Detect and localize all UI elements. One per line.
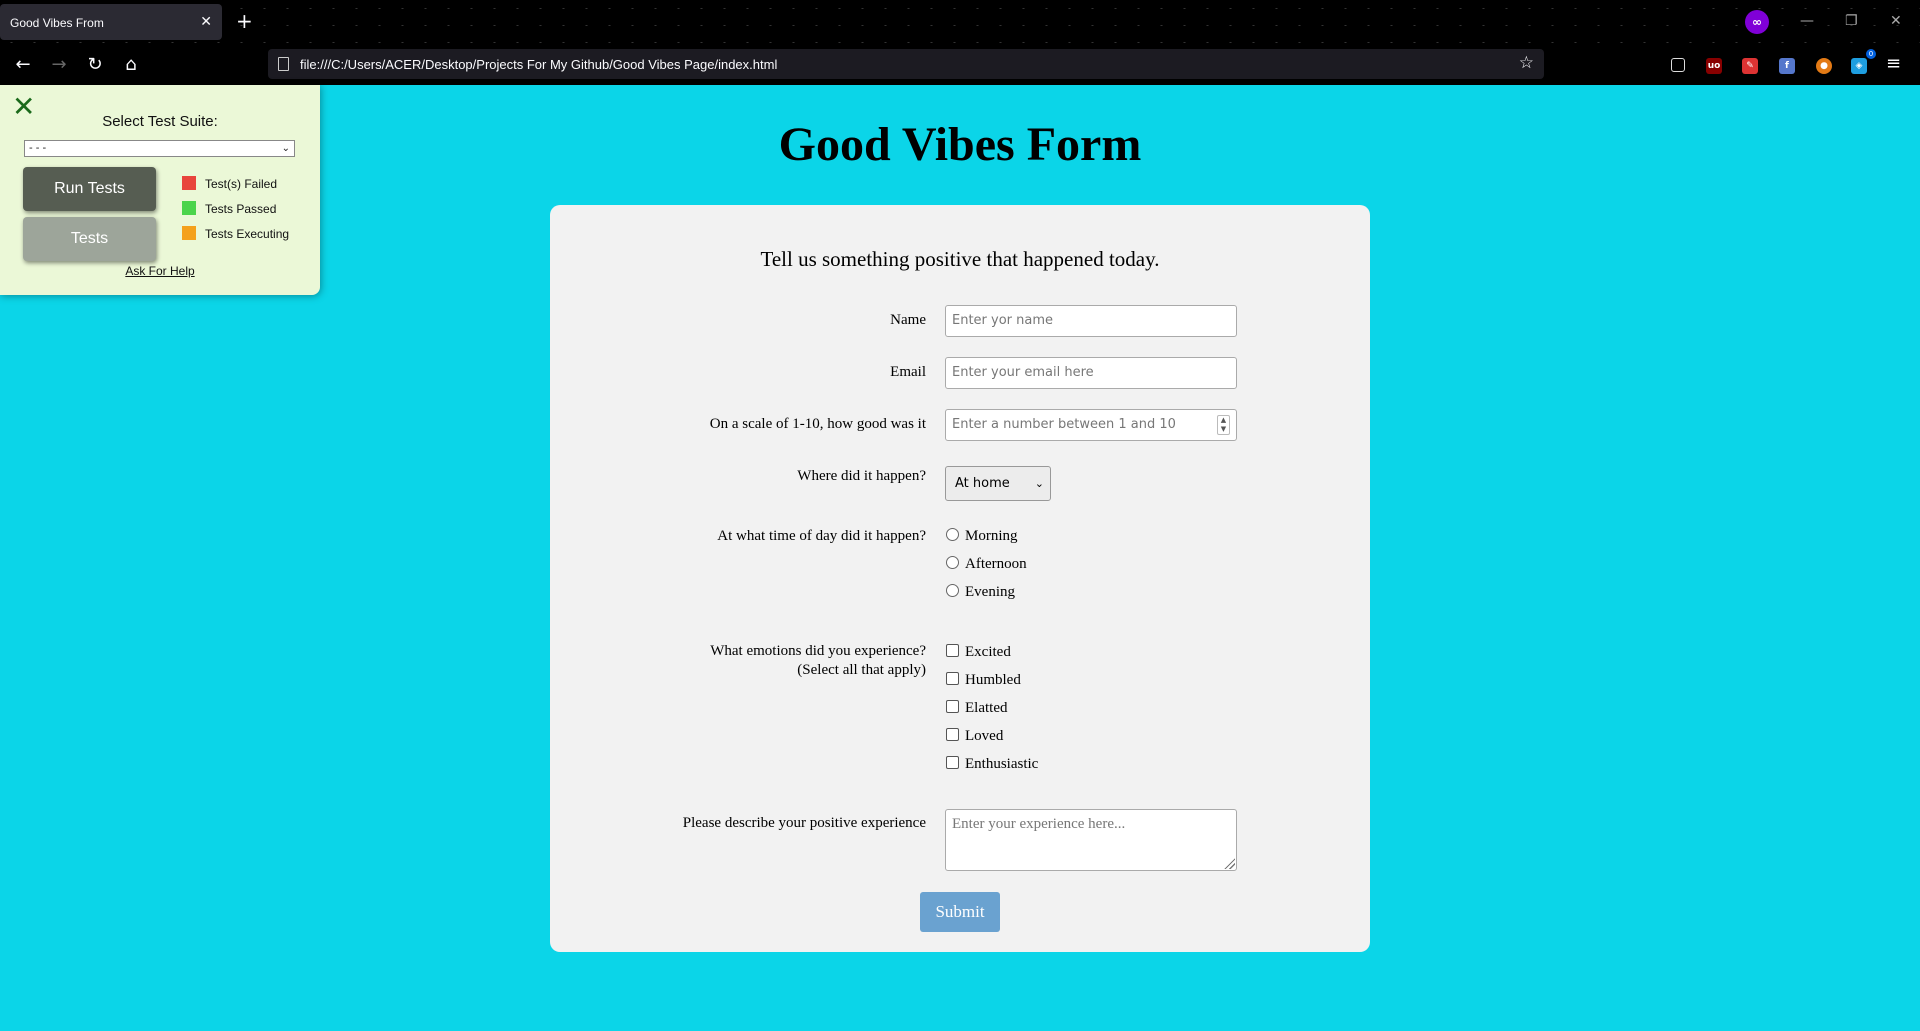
legend-executing: Tests Executing <box>182 226 289 241</box>
failed-swatch <box>182 176 196 190</box>
number-input[interactable]: Enter a number between 1 and 10 ▲ ▼ <box>945 409 1237 441</box>
radio-label: Evening <box>965 584 1015 600</box>
time-label: At what time of day did it happen? <box>717 528 926 544</box>
forward-icon[interactable]: → <box>45 51 73 79</box>
run-tests-button[interactable]: Run Tests <box>23 167 156 211</box>
emotions-label-line2: (Select all that apply) <box>797 662 926 678</box>
browser-tab[interactable]: Good Vibes From ✕ <box>0 4 222 40</box>
legend-executing-label: Tests Executing <box>205 227 290 241</box>
tab-title: Good Vibes From <box>10 16 104 30</box>
checkbox-label: Excited <box>965 644 1011 660</box>
passed-swatch <box>182 201 196 215</box>
emotions-label-line1: What emotions did you experience? <box>710 643 926 659</box>
browser-chrome: Good Vibes From ✕ + ∞ — ❐ ✕ ← → ↻ ⌂ file… <box>0 0 1920 85</box>
checkbox[interactable] <box>946 756 959 769</box>
private-browsing-icon: ∞ <box>1745 10 1769 34</box>
back-icon[interactable]: ← <box>9 51 37 79</box>
name-label: Name <box>890 312 926 328</box>
pocket-icon[interactable] <box>1671 58 1685 72</box>
resize-grip-icon[interactable] <box>1223 857 1235 869</box>
emotions-label: What emotions did you experience? (Selec… <box>710 642 926 680</box>
ask-for-help-link[interactable]: Ask For Help <box>0 264 320 278</box>
scale-label: On a scale of 1-10, how good was it <box>709 416 926 432</box>
tab-close-icon[interactable]: ✕ <box>200 13 212 30</box>
survey-form: Tell us something positive that happened… <box>550 205 1370 952</box>
checkbox[interactable] <box>946 700 959 713</box>
checkbox-loved[interactable]: Loved <box>946 727 1003 745</box>
extension-icon[interactable]: f <box>1779 58 1795 74</box>
email-label: Email <box>890 364 926 380</box>
checkbox-label: Elatted <box>965 700 1008 716</box>
radio-label: Morning <box>965 528 1018 544</box>
checkbox[interactable] <box>946 644 959 657</box>
checkbox[interactable] <box>946 672 959 685</box>
checkbox[interactable] <box>946 728 959 741</box>
page-title: Good Vibes Form <box>778 118 1142 171</box>
reload-icon[interactable]: ↻ <box>81 51 109 79</box>
number-spinner-icon[interactable]: ▲ ▼ <box>1217 415 1230 435</box>
radio-button[interactable] <box>946 528 959 541</box>
tab-bar: Good Vibes From ✕ + ∞ — ❐ ✕ <box>0 0 1920 44</box>
tests-button[interactable]: Tests <box>23 217 156 261</box>
navigation-bar: ← → ↻ ⌂ file:///C:/Users/ACER/Desktop/Pr… <box>0 44 1920 85</box>
bookmark-star-icon[interactable]: ☆ <box>1519 53 1534 73</box>
checkbox-excited[interactable]: Excited <box>946 643 1011 661</box>
home-icon[interactable]: ⌂ <box>117 51 145 79</box>
extension-badge-icon[interactable]: ◈ <box>1851 58 1867 74</box>
checkbox-label: Loved <box>965 728 1004 744</box>
legend-failed-label: Test(s) Failed <box>205 177 278 191</box>
checkbox-elatted[interactable]: Elatted <box>946 699 1007 717</box>
where-label: Where did it happen? <box>797 468 926 484</box>
address-bar[interactable]: file:///C:/Users/ACER/Desktop/Projects F… <box>268 49 1544 79</box>
form-description: Tell us something positive that happened… <box>760 247 1160 271</box>
legend-failed: Test(s) Failed <box>182 176 277 191</box>
duckduckgo-icon[interactable]: ● <box>1816 58 1832 74</box>
where-dropdown[interactable]: At home ⌄ <box>945 466 1051 501</box>
new-tab-icon[interactable]: + <box>236 11 253 31</box>
extension-badge: 0 <box>1866 49 1876 59</box>
radio-button[interactable] <box>946 556 959 569</box>
checkbox-humbled[interactable]: Humbled <box>946 671 1021 689</box>
ublock-icon[interactable]: uo <box>1706 58 1722 74</box>
radio-morning[interactable]: Morning <box>946 527 1018 545</box>
legend-passed: Tests Passed <box>182 201 276 216</box>
checkbox-label: Enthusiastic <box>965 756 1039 772</box>
email-input[interactable]: Enter your email here <box>945 357 1237 389</box>
name-input[interactable]: Enter yor name <box>945 305 1237 337</box>
chevron-down-icon: ⌄ <box>1034 477 1044 490</box>
page-icon <box>278 57 289 71</box>
textarea-placeholder: Enter your experience here... <box>952 816 1126 832</box>
radio-button[interactable] <box>946 584 959 597</box>
window-close-icon[interactable]: ✕ <box>1890 13 1902 29</box>
submit-button[interactable]: Submit <box>920 892 1000 932</box>
radio-evening[interactable]: Evening <box>946 583 1015 601</box>
url-text[interactable]: file:///C:/Users/ACER/Desktop/Projects F… <box>300 57 777 72</box>
number-placeholder: Enter a number between 1 and 10 <box>952 417 1176 432</box>
radio-afternoon[interactable]: Afternoon <box>946 555 1027 573</box>
minimize-icon[interactable]: — <box>1800 13 1814 29</box>
restore-icon[interactable]: ❐ <box>1845 13 1858 29</box>
hamburger-menu-icon[interactable]: ≡ <box>1886 53 1901 74</box>
radio-label: Afternoon <box>965 556 1027 572</box>
legend-passed-label: Tests Passed <box>205 202 277 216</box>
describe-label: Please describe your positive experience <box>682 815 926 831</box>
executing-swatch <box>182 226 196 240</box>
checkbox-enthusiastic[interactable]: Enthusiastic <box>946 755 1038 773</box>
where-selected-value: At home <box>955 476 1010 491</box>
experience-textarea[interactable]: Enter your experience here... <box>945 809 1237 871</box>
lastpass-icon[interactable]: ✎ <box>1742 58 1758 74</box>
checkbox-label: Humbled <box>965 672 1021 688</box>
